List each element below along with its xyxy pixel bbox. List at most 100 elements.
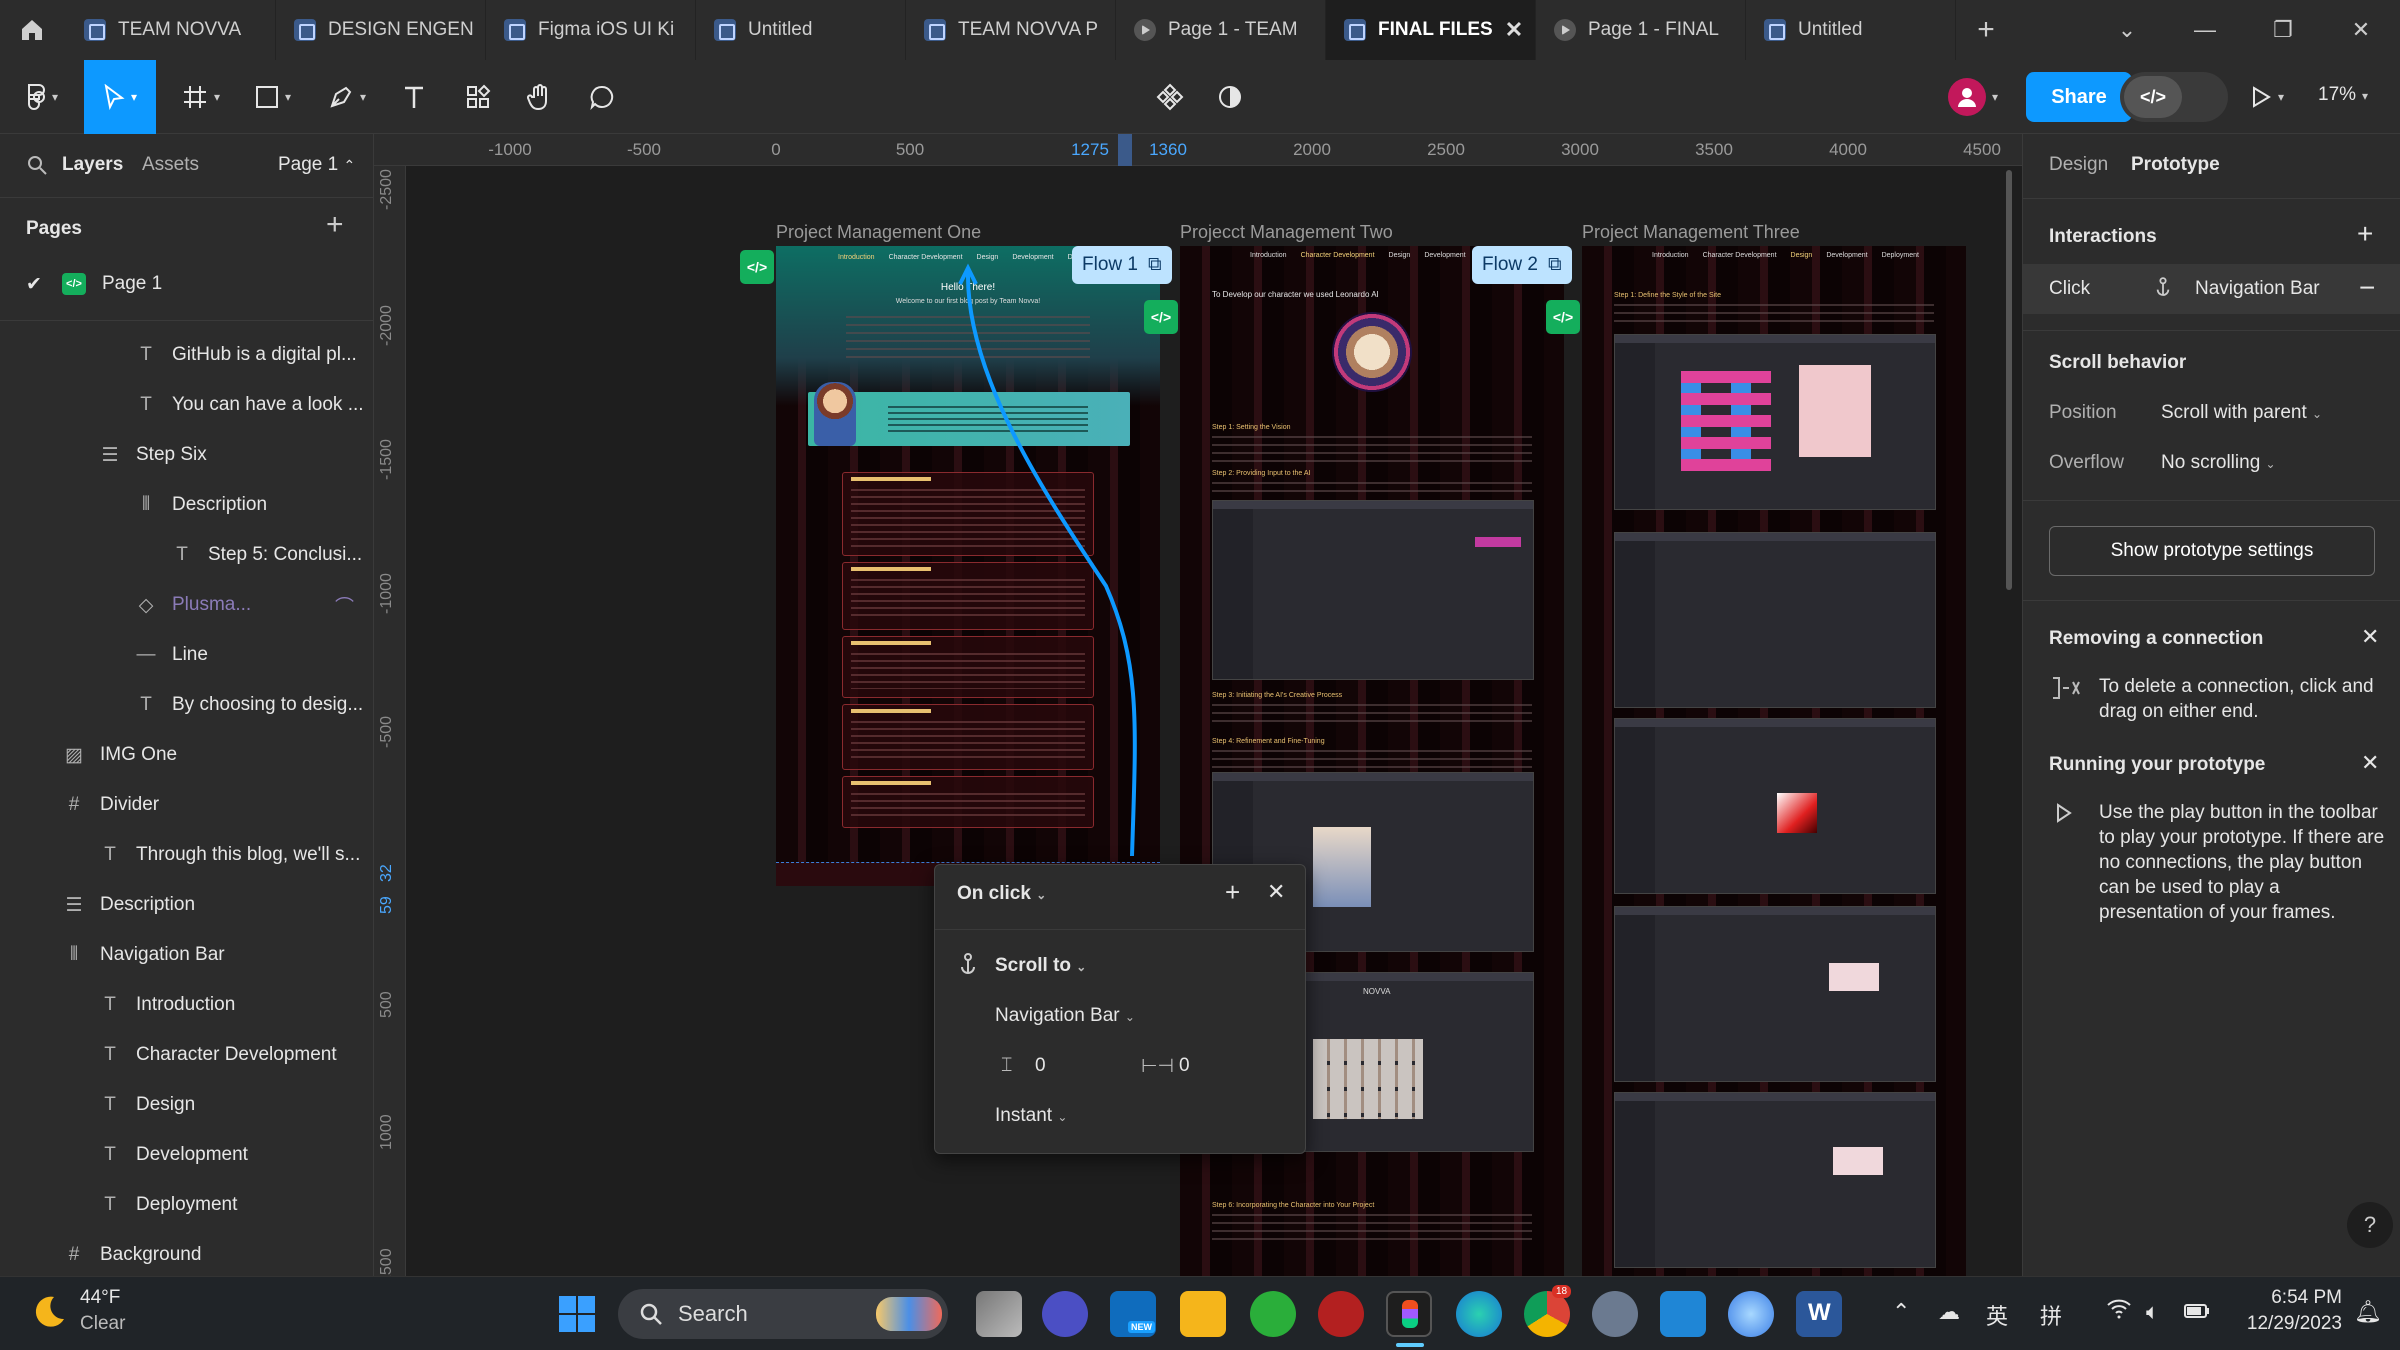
layer-row[interactable]: ⦀ Navigation Bar <box>0 930 373 980</box>
tab-0[interactable]: TEAM NOVVA <box>66 0 276 60</box>
help-button[interactable]: ? <box>2347 1202 2393 1248</box>
frame-tool-button[interactable]: ▾ <box>172 60 230 134</box>
settings-gear-icon[interactable] <box>1592 1291 1638 1337</box>
close-tip-icon[interactable]: ✕ <box>2361 750 2379 776</box>
layer-row[interactable]: ☰ Step Six <box>0 430 373 480</box>
offset-y-input[interactable]: 0 <box>1035 1055 1046 1077</box>
dev-mode-marker-one[interactable]: </> <box>740 250 774 284</box>
weather-temp[interactable]: 44°F <box>80 1287 120 1309</box>
resources-button[interactable] <box>456 60 500 134</box>
present-button[interactable]: ▾ <box>2238 60 2296 134</box>
edge-icon[interactable] <box>1456 1291 1502 1337</box>
tab-layers[interactable]: Layers <box>62 154 123 176</box>
dev-mode-marker-two[interactable]: </> <box>1144 300 1178 334</box>
tab-list-chevron-icon[interactable]: ⌄ <box>2088 0 2166 60</box>
trigger-dropdown[interactable]: On click ⌄ <box>957 883 1046 905</box>
tab-1[interactable]: DESIGN ENGEN <box>276 0 486 60</box>
layer-row[interactable]: T GitHub is a digital pl... <box>0 330 373 380</box>
layer-row[interactable]: ⦀ Description <box>0 480 373 530</box>
taskbar-search[interactable]: Search <box>618 1289 948 1339</box>
close-popup-icon[interactable]: ✕ <box>1267 879 1285 905</box>
file-explorer-icon[interactable] <box>1180 1291 1226 1337</box>
flow-1-tag[interactable]: Flow 1 ⧉ <box>1072 246 1172 284</box>
layer-row[interactable]: — Line <box>0 630 373 680</box>
weather-condition[interactable]: Clear <box>80 1313 125 1335</box>
layer-row[interactable]: # Divider <box>0 780 373 830</box>
start-button[interactable] <box>554 1291 600 1337</box>
page-selector[interactable]: Page 1 ⌃ <box>278 154 355 176</box>
layer-row[interactable]: T Through this blog, we'll s... <box>0 830 373 880</box>
overflow-dropdown[interactable]: No scrolling ⌄ <box>2161 452 2276 474</box>
page-item-page-1[interactable]: ✔ </> Page 1 <box>0 264 373 304</box>
tab-5[interactable]: Page 1 - TEAM <box>1116 0 1326 60</box>
tab-2[interactable]: Figma iOS UI Ki <box>486 0 696 60</box>
components-toggle-button[interactable] <box>1148 60 1192 134</box>
chrome-icon[interactable]: 18 <box>1524 1285 1572 1337</box>
cloud-sync-icon[interactable]: ☁ <box>1938 1299 1960 1325</box>
action-dropdown[interactable]: Scroll to ⌄ <box>995 955 1086 977</box>
shape-tool-button[interactable]: ▾ <box>244 60 302 134</box>
layer-row[interactable]: T Character Development <box>0 1030 373 1080</box>
close-window-button[interactable]: ✕ <box>2322 0 2400 60</box>
ime-mode-indicator[interactable]: 拼 <box>2040 1299 2062 1331</box>
close-tip-icon[interactable]: ✕ <box>2361 624 2379 650</box>
canvas-scrollbar[interactable] <box>2006 170 2012 590</box>
layer-row[interactable]: T Step 5: Conclusi... <box>0 530 373 580</box>
layer-row[interactable]: ◇ Plusma... ⌒ <box>0 580 373 630</box>
visibility-hidden-icon[interactable]: ⌒ <box>335 592 354 619</box>
tab-6[interactable]: FINAL FILES ✕ <box>1326 0 1536 60</box>
tab-7[interactable]: Page 1 - FINAL <box>1536 0 1746 60</box>
battery-icon[interactable] <box>2184 1299 2210 1325</box>
layer-row[interactable]: T You can have a look ... <box>0 380 373 430</box>
tab-prototype[interactable]: Prototype <box>2131 154 2220 176</box>
destination-dropdown[interactable]: Navigation Bar ⌄ <box>995 1005 1135 1027</box>
offset-x-input[interactable]: 0 <box>1179 1055 1190 1077</box>
notification-bell-icon[interactable]: 🔔︎ <box>2354 1299 2382 1325</box>
interaction-row[interactable]: Click Navigation Bar − <box>2023 264 2400 314</box>
task-view-icon[interactable] <box>976 1291 1022 1337</box>
tab-8[interactable]: Untitled <box>1746 0 1956 60</box>
volume-icon[interactable]: 🔈︎ <box>2146 1299 2159 1325</box>
search-layers-icon[interactable] <box>26 154 48 181</box>
tab-design[interactable]: Design <box>2049 154 2108 176</box>
comment-tool-button[interactable] <box>580 60 624 134</box>
layer-row[interactable]: ☰ Description <box>0 880 373 930</box>
wifi-icon[interactable] <box>2106 1299 2132 1325</box>
show-prototype-settings-button[interactable]: Show prototype settings <box>2049 526 2375 576</box>
layer-row[interactable]: T Development <box>0 1130 373 1180</box>
home-icon[interactable] <box>0 0 64 60</box>
new-tab-button[interactable]: + <box>1956 0 2016 60</box>
user-avatar-button[interactable]: ▾ <box>1938 60 2008 134</box>
tab-3[interactable]: Untitled <box>696 0 906 60</box>
clock-date[interactable]: 12/29/2023 <box>2220 1313 2342 1335</box>
close-tab-icon[interactable]: ✕ <box>1505 17 1523 43</box>
add-page-icon[interactable]: + <box>326 208 344 242</box>
position-dropdown[interactable]: Scroll with parent ⌄ <box>2161 402 2322 424</box>
add-interaction-icon[interactable]: + <box>2357 218 2373 250</box>
add-action-icon[interactable]: + <box>1225 877 1240 908</box>
tab-4[interactable]: TEAM NOVVA P <box>906 0 1116 60</box>
flow-2-tag[interactable]: Flow 2 ⧉ <box>1472 246 1572 284</box>
word-icon[interactable]: W <box>1796 1291 1842 1337</box>
share-button[interactable]: Share <box>2026 72 2132 122</box>
vscode-icon[interactable] <box>1660 1291 1706 1337</box>
remove-interaction-icon[interactable]: − <box>2359 272 2375 304</box>
minimize-button[interactable]: — <box>2166 0 2244 60</box>
layer-row[interactable]: T By choosing to desig... <box>0 680 373 730</box>
layer-row[interactable]: T Deployment <box>0 1180 373 1230</box>
ime-language-indicator[interactable]: 英 <box>1986 1299 2008 1331</box>
text-tool-button[interactable] <box>392 60 436 134</box>
layer-row[interactable]: T Design <box>0 1080 373 1130</box>
tray-chevron-up-icon[interactable]: ⌃ <box>1892 1299 1910 1325</box>
tab-assets[interactable]: Assets <box>142 154 199 176</box>
layer-row[interactable]: ▨ IMG One <box>0 730 373 780</box>
main-menu-button[interactable]: ▾ <box>14 60 68 134</box>
restore-button[interactable]: ❐ <box>2244 0 2322 60</box>
dev-mode-marker-three[interactable]: </> <box>1546 300 1580 334</box>
figma-app-icon[interactable] <box>1386 1291 1432 1337</box>
animation-dropdown[interactable]: Instant ⌄ <box>995 1105 1067 1127</box>
hand-tool-button[interactable] <box>518 60 562 134</box>
dev-mode-toggle[interactable]: </> <box>2120 72 2228 122</box>
mail-icon[interactable]: NEW <box>1110 1291 1156 1337</box>
pen-tool-button[interactable]: ▾ <box>318 60 376 134</box>
